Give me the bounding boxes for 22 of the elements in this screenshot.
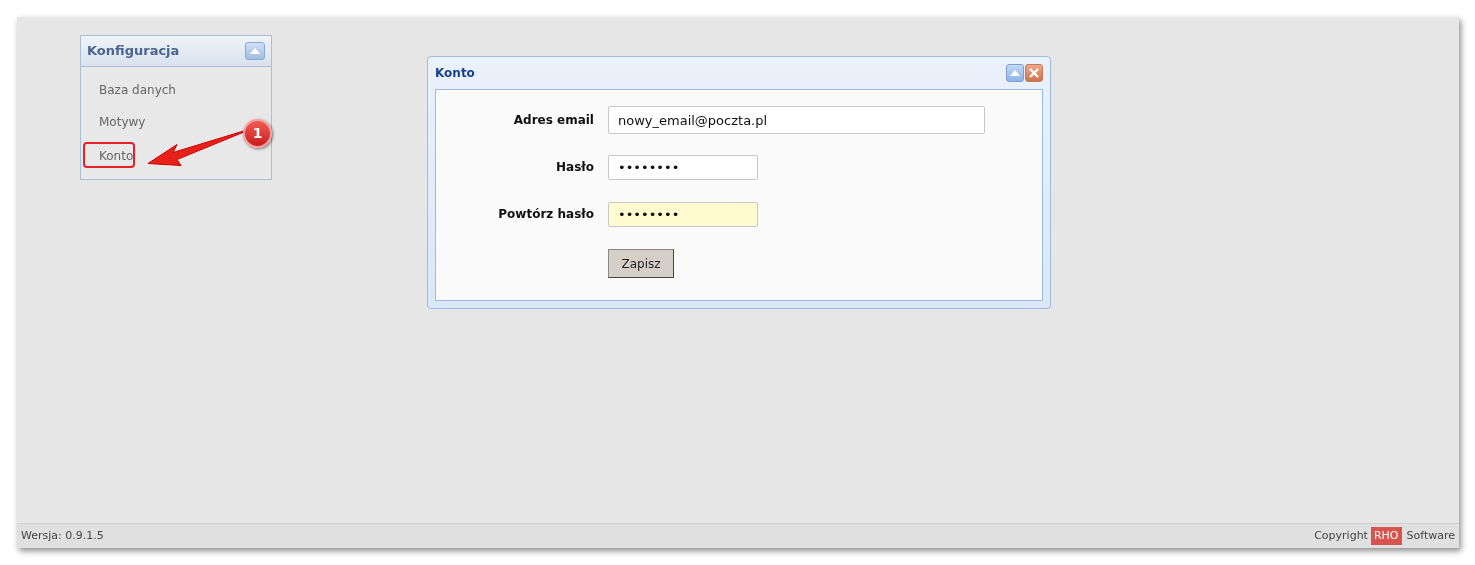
brand-label: RHO bbox=[1370, 526, 1402, 546]
collapse-button[interactable] bbox=[245, 42, 265, 60]
field-label: Powtórz hasło bbox=[497, 206, 594, 223]
panel-title: Konfiguracja bbox=[87, 42, 180, 61]
caret-up-icon bbox=[1010, 70, 1020, 76]
sidebar-item[interactable]: Baza danych bbox=[83, 78, 178, 104]
copyright-text: Copyright bbox=[1314, 527, 1368, 544]
copyright-text: Software bbox=[1406, 527, 1455, 544]
caret-up-icon bbox=[250, 48, 260, 54]
collapse-button[interactable] bbox=[1006, 64, 1024, 82]
version-text: Wersja: 0.9.1.5 bbox=[21, 527, 104, 544]
close-button[interactable] bbox=[1025, 64, 1043, 82]
input-field[interactable]: •••••••• bbox=[608, 154, 758, 180]
input-field[interactable]: nowy_email@poczta.pl bbox=[608, 106, 985, 134]
save-button[interactable]: Zapisz bbox=[608, 249, 674, 278]
sidebar-item[interactable]: Motywy bbox=[83, 110, 148, 136]
input-field[interactable]: •••••••• bbox=[608, 201, 758, 227]
sidebar-item[interactable]: Konto bbox=[83, 142, 136, 168]
close-icon bbox=[1029, 68, 1039, 78]
field-label: Adres email bbox=[512, 112, 594, 129]
dialog-title: Konto bbox=[435, 65, 475, 82]
field-label: Hasło bbox=[555, 159, 594, 176]
